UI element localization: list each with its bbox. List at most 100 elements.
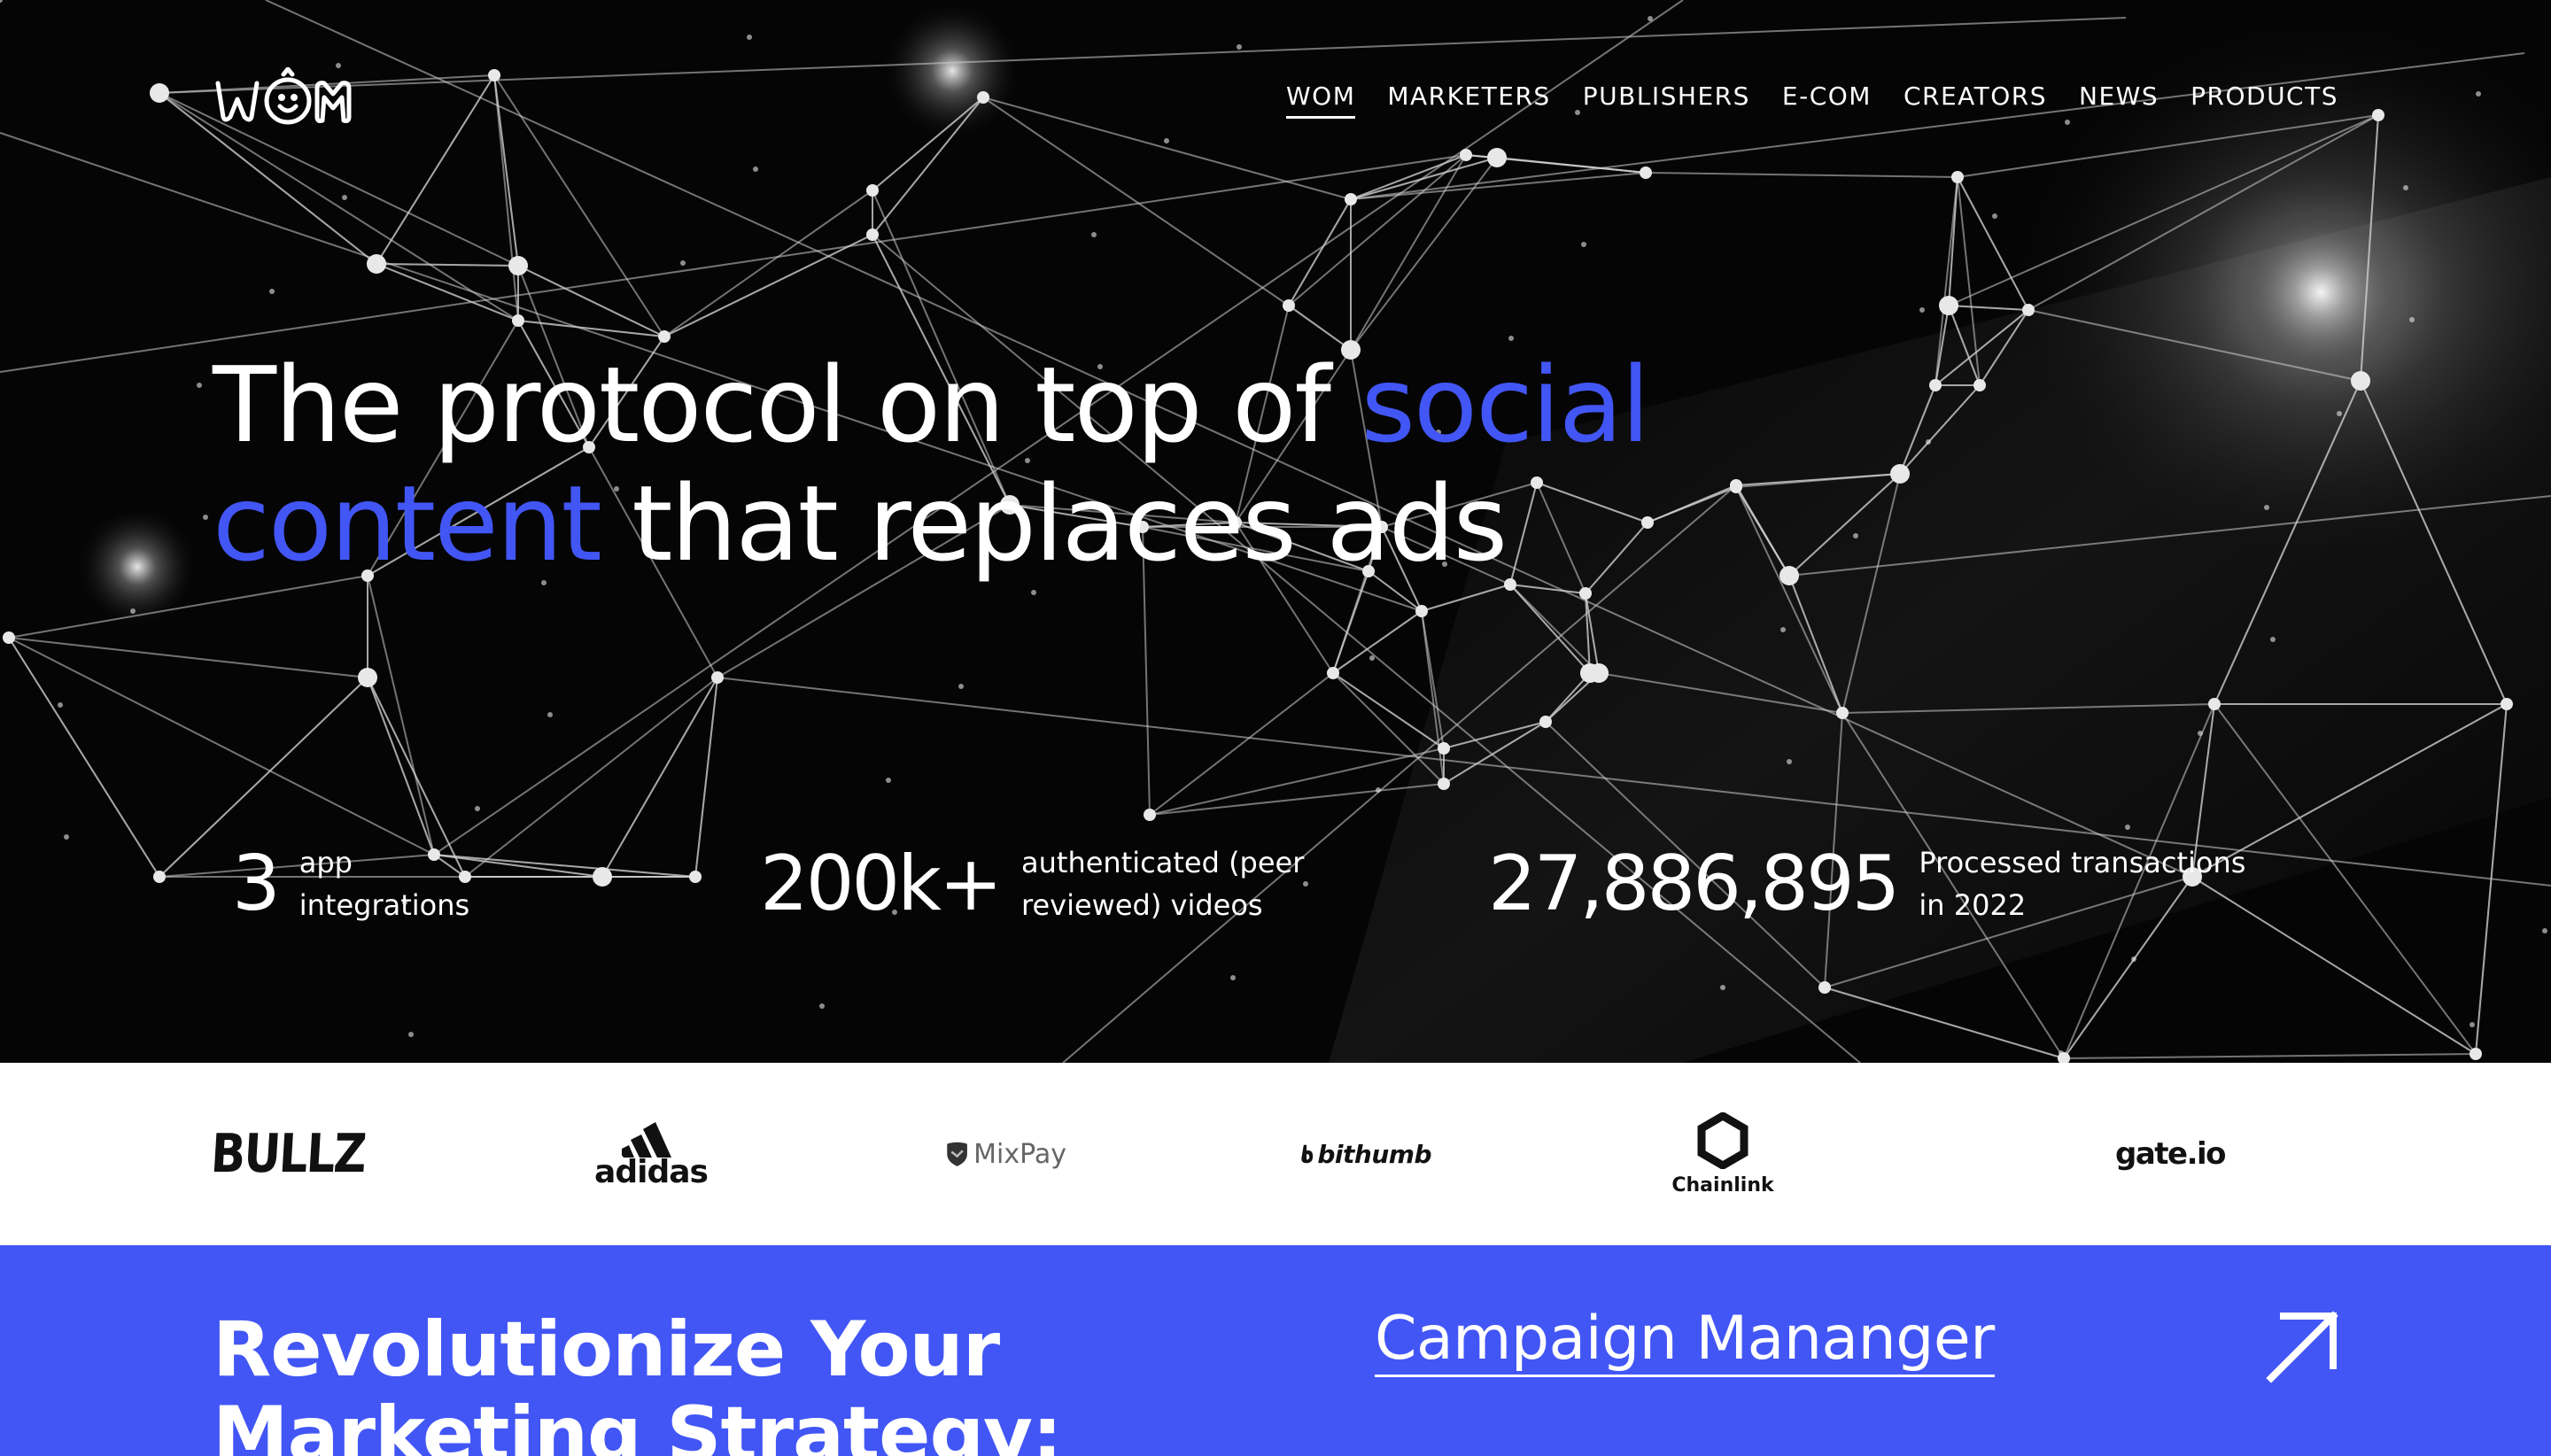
network-node bbox=[488, 69, 500, 81]
bithumb-b-icon bbox=[1301, 1144, 1314, 1164]
network-node bbox=[1415, 605, 1428, 617]
network-dust-dot bbox=[1376, 787, 1381, 793]
network-node bbox=[1539, 716, 1552, 728]
headline-accent-2: content bbox=[213, 462, 602, 585]
network-node bbox=[2372, 109, 2384, 121]
network-node bbox=[1438, 778, 1450, 790]
partner-logo-adidas[interactable]: adidas bbox=[593, 1063, 709, 1245]
network-node bbox=[2501, 698, 2513, 710]
network-dust-dot bbox=[475, 806, 480, 811]
network-dust-dot bbox=[2270, 637, 2276, 642]
main-nav: WOM MARKETERS PUBLISHERS E-COM CREATORS … bbox=[1285, 81, 2338, 119]
adidas-stripes-icon bbox=[622, 1121, 671, 1158]
nav-item-products[interactable]: PRODUCTS bbox=[2190, 81, 2338, 119]
network-dust-dot bbox=[2476, 91, 2481, 97]
network-node bbox=[1579, 587, 1592, 600]
headline-text-2: that replaces ads bbox=[600, 462, 1508, 585]
network-node bbox=[1589, 663, 1609, 683]
network-node bbox=[367, 254, 386, 274]
hero-section: WOM MARKETERS PUBLISHERS E-COM CREATORS … bbox=[0, 0, 2551, 1063]
network-dust-dot bbox=[1230, 975, 1236, 980]
network-node bbox=[1487, 148, 1507, 167]
nav-item-creators[interactable]: CREATORS bbox=[1904, 81, 2047, 119]
network-node bbox=[1345, 193, 1357, 205]
network-dust-dot bbox=[1926, 439, 1931, 445]
nav-item-marketers[interactable]: MARKETERS bbox=[1387, 81, 1550, 119]
network-node bbox=[1460, 149, 1472, 161]
cta-title: Revolutionize Your Marketing Strategy: bbox=[213, 1307, 1276, 1456]
chainlink-hexagon-icon bbox=[1697, 1111, 1748, 1169]
network-dust-dot bbox=[1091, 232, 1097, 237]
stat-authenticated-videos: 200k+ authenticated (peer reviewed) vide… bbox=[760, 841, 1304, 926]
network-dust-dot bbox=[2409, 317, 2415, 322]
network-dust-dot bbox=[2403, 185, 2408, 190]
nav-item-news[interactable]: NEWS bbox=[2079, 81, 2159, 119]
stat-label-line: reviewed) videos bbox=[1021, 888, 1263, 922]
network-node bbox=[508, 256, 528, 275]
network-dust-dot bbox=[2198, 731, 2203, 736]
network-dust-dot bbox=[1508, 336, 1514, 341]
stat-value: 27,886,895 bbox=[1488, 840, 1900, 928]
network-node bbox=[1929, 379, 1942, 391]
network-dust-dot bbox=[1992, 213, 1997, 219]
stat-value: 200k+ bbox=[760, 840, 1003, 928]
wom-logo[interactable] bbox=[213, 67, 363, 133]
network-node bbox=[2351, 371, 2370, 391]
stat-app-integrations: 3 app integrations bbox=[232, 841, 469, 926]
network-node bbox=[358, 668, 377, 687]
headline-accent-1: social bbox=[1361, 344, 1649, 466]
marketing-cta-section: Revolutionize Your Marketing Strategy: C… bbox=[0, 1245, 2551, 1456]
network-dust-dot bbox=[269, 289, 275, 294]
arrow-up-right-icon[interactable] bbox=[2264, 1309, 2340, 1385]
network-node bbox=[1951, 171, 1964, 183]
network-dust-dot bbox=[680, 260, 686, 266]
partner-logo-gateio[interactable]: gate.io bbox=[2115, 1063, 2227, 1245]
network-dust-dot bbox=[1787, 759, 1792, 764]
network-dust-dot bbox=[58, 702, 63, 708]
network-dust-dot bbox=[1780, 627, 1786, 632]
network-dust-dot bbox=[2131, 956, 2136, 962]
network-node bbox=[1438, 742, 1450, 755]
network-dust-dot bbox=[2264, 505, 2269, 510]
stat-label-line: Processed transactions bbox=[1919, 846, 2246, 879]
nav-item-publishers[interactable]: PUBLISHERS bbox=[1583, 81, 1750, 119]
partner-logo-mixpay[interactable]: MixPay bbox=[946, 1063, 1066, 1245]
network-dust-dot bbox=[2065, 120, 2070, 125]
network-node bbox=[977, 91, 989, 104]
bullz-wordmark: BULLZ bbox=[209, 1123, 367, 1185]
stat-label-line: in 2022 bbox=[1919, 888, 2027, 922]
network-node bbox=[1327, 667, 1339, 679]
chainlink-wordmark: Chainlink bbox=[1671, 1173, 1774, 1197]
network-dust-dot bbox=[958, 684, 964, 689]
mixpay-wordmark: MixPay bbox=[973, 1138, 1066, 1170]
network-dust-dot bbox=[2059, 1050, 2064, 1056]
network-node bbox=[1640, 167, 1652, 179]
headline-text-1: The protocol on top of bbox=[213, 344, 1361, 466]
nav-item-ecom[interactable]: E-COM bbox=[1782, 81, 1872, 119]
gateio-wordmark: gate.io bbox=[2114, 1136, 2227, 1172]
partner-logo-bullz[interactable]: BULLZ bbox=[209, 1063, 367, 1245]
partner-logo-chainlink[interactable]: Chainlink bbox=[1665, 1063, 1780, 1245]
network-node bbox=[1283, 299, 1295, 312]
network-dust-dot bbox=[2337, 411, 2342, 416]
network-dust-dot bbox=[747, 35, 752, 40]
network-dust-dot bbox=[1031, 590, 1036, 595]
partner-logos-strip: BULLZ adidas MixPay bithumb Chainlink ga… bbox=[0, 1063, 2551, 1245]
nav-item-wom[interactable]: WOM bbox=[1285, 81, 1356, 119]
network-dust-dot bbox=[753, 167, 758, 172]
network-dust-dot bbox=[197, 383, 202, 388]
stat-label: authenticated (peer reviewed) videos bbox=[1021, 841, 1304, 926]
network-dust-dot bbox=[130, 608, 136, 614]
network-node bbox=[866, 228, 879, 241]
cta-title-line: Revolutionize Your bbox=[213, 1305, 1000, 1394]
campaign-manager-link[interactable]: Campaign Mananger bbox=[1375, 1304, 1995, 1377]
network-node bbox=[1836, 707, 1849, 719]
stat-label: Processed transactions in 2022 bbox=[1919, 841, 2245, 926]
partner-logo-bithumb[interactable]: bithumb bbox=[1300, 1063, 1431, 1245]
mixpay-shield-icon bbox=[947, 1142, 967, 1166]
network-node bbox=[1939, 296, 1958, 315]
network-node bbox=[2470, 1048, 2482, 1060]
network-dust-dot bbox=[2125, 825, 2130, 830]
bithumb-wordmark: bithumb bbox=[1317, 1139, 1431, 1169]
network-dust-dot bbox=[1853, 533, 1858, 538]
